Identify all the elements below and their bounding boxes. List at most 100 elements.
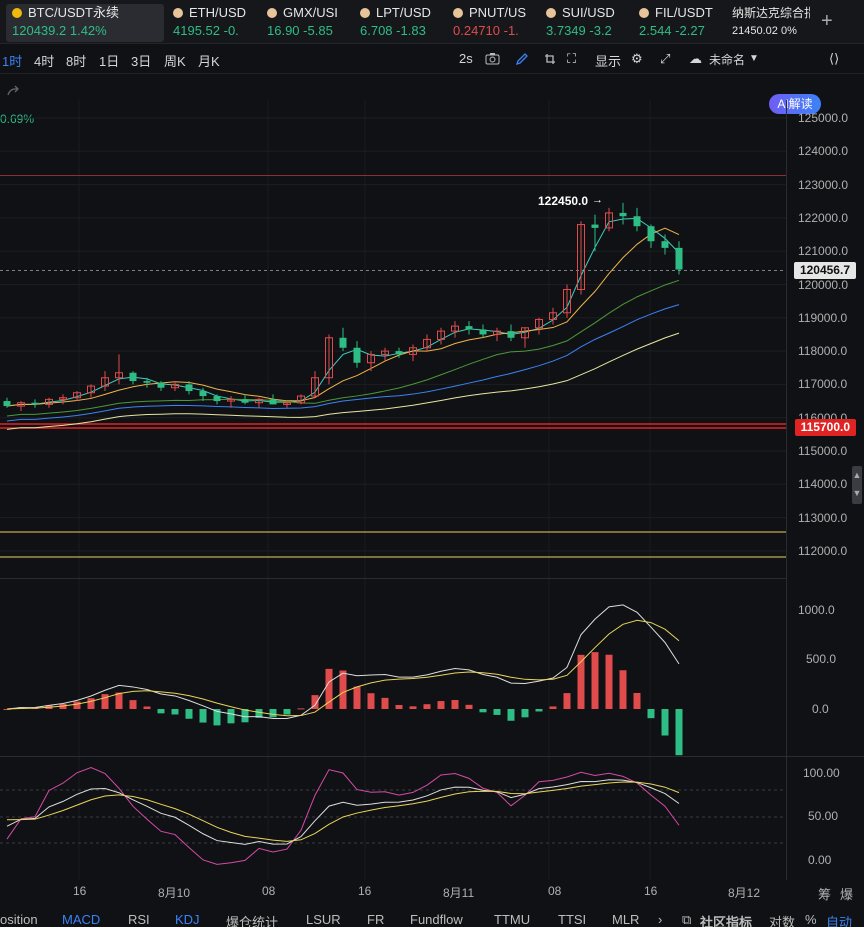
candle-body [535, 318, 543, 329]
tab-btc-usdt[interactable]: BTC/USDT永续 120439.2 1.42% [6, 4, 164, 42]
high-price-label: 122450.0 [538, 194, 589, 208]
candle-body [633, 216, 641, 227]
refresh-interval[interactable]: 2s [459, 51, 473, 66]
crop-icon[interactable] [543, 52, 557, 66]
timeframe-month[interactable]: 月K [198, 51, 220, 70]
cloud-icon[interactable]: ☁ [689, 51, 702, 67]
macd-bar [507, 709, 515, 721]
candle-body [325, 337, 333, 379]
tab-sui-usd[interactable]: SUI/USD 3.7349 -3.2 [540, 4, 628, 42]
indicator-fr[interactable]: FR [367, 912, 384, 927]
indicator-macd[interactable]: MACD [62, 912, 100, 927]
candle-body [353, 347, 361, 363]
expand-icon[interactable]: ⤢ [660, 51, 670, 67]
kdj-j-line [6, 767, 680, 865]
macd-bar [493, 709, 501, 715]
add-tab-icon[interactable]: + [821, 10, 833, 33]
collapse-toggle[interactable]: 筹 [818, 884, 831, 903]
display-button[interactable]: 显示 [595, 51, 621, 70]
tab-price: 120439.2 [12, 23, 67, 38]
candle-body [549, 312, 557, 320]
tab-price: 6.708 [360, 23, 393, 38]
timeframe-4h[interactable]: 4时 [34, 51, 54, 70]
macd-bar [675, 709, 683, 756]
candle-body [129, 372, 137, 382]
candle-body [3, 401, 11, 407]
percent-scale-toggle[interactable]: % [805, 912, 817, 927]
indicator-liquidation[interactable]: 爆仓统计 [226, 912, 278, 927]
macd-dea-line [6, 619, 680, 717]
community-icon[interactable]: ⧉ [682, 912, 691, 927]
scroll-handle[interactable]: ▲ ▼ [852, 466, 862, 504]
tab-fil-usdt[interactable]: FIL/USDT 2.544 -2.27 [633, 4, 721, 42]
macd-bar [465, 704, 473, 709]
burst-toggle[interactable]: 爆 [840, 884, 853, 903]
price-axis-label: 112000.0 [798, 543, 848, 558]
kdj-d-line [6, 781, 680, 842]
candle-body [241, 399, 249, 403]
candle-body [115, 372, 123, 379]
indicator-fundflow[interactable]: Fundflow [410, 912, 463, 927]
chevron-down-icon[interactable]: ▼ [749, 53, 759, 64]
macd-bar [535, 709, 543, 712]
indicator-kdj[interactable]: KDJ [175, 912, 200, 927]
timeframe-3d[interactable]: 3日 [131, 51, 151, 70]
tab-price: 2.544 [639, 23, 672, 38]
price-axis-label: 117000.0 [798, 377, 848, 392]
tab-symbol: GMX/USI [283, 5, 338, 20]
tab-pnut-usd[interactable]: PNUT/US 0.24710 -1. [447, 4, 535, 42]
macd-bar [31, 707, 39, 709]
pencil-icon[interactable] [515, 52, 529, 66]
macd-bar [633, 692, 641, 709]
timeframe-1h[interactable]: 1时 [2, 51, 22, 70]
ma-slow [6, 279, 680, 417]
settings-icon[interactable]: ⚙ [631, 51, 643, 67]
indicator-lsur[interactable]: LSUR [306, 912, 341, 927]
community-indicators[interactable]: 社区指标 [700, 912, 752, 927]
candle-body [591, 224, 599, 228]
indicator-ttsi[interactable]: TTSI [558, 912, 586, 927]
fullscreen-icon[interactable]: ⛶ [567, 51, 576, 67]
timeframe-week[interactable]: 周K [164, 51, 186, 70]
candle-body [675, 247, 683, 270]
tab-nasdaq[interactable]: 纳斯达克综合指 21450.02 0% [726, 4, 810, 42]
tab-lpt-usd[interactable]: LPT/USD 6.708 -1.83 [354, 4, 442, 42]
ma-slower [6, 304, 680, 422]
kdj-axis-label: 0.00 [808, 853, 832, 867]
macd-axis-label: 500.0 [806, 652, 837, 666]
x-axis-label: 16 [73, 884, 87, 898]
indicator-ttmu[interactable]: TTMU [494, 912, 530, 927]
indicator-bar: osition MACD RSI KDJ 爆仓统计 LSUR FR Fundfl… [0, 910, 864, 927]
indicator-rsi[interactable]: RSI [128, 912, 150, 927]
tab-price: 21450.02 [732, 25, 778, 37]
share-icon[interactable]: ⟨⟩ [829, 51, 839, 67]
candles-group [3, 202, 683, 412]
tab-change: -1.83 [396, 23, 426, 38]
timeframe-1d[interactable]: 1日 [99, 51, 119, 70]
price-axis-label: 113000.0 [798, 510, 848, 525]
candle-body [507, 331, 515, 338]
camera-icon[interactable] [485, 52, 500, 65]
tab-gmx-usd[interactable]: GMX/USI 16.90 -5.85 [261, 4, 349, 42]
indicator-mlr[interactable]: MLR [612, 912, 639, 927]
tab-price: 0.24710 [453, 23, 500, 38]
candle-body [423, 338, 431, 349]
tab-eth-usd[interactable]: ETH/USD 4195.52 -0. [167, 4, 255, 42]
indicator-position[interactable]: osition [0, 912, 38, 927]
tab-symbol: ETH/USD [189, 5, 247, 20]
undo-arrow-icon[interactable] [6, 84, 22, 98]
price-axis-label: 125000.0 [798, 111, 849, 125]
tab-symbol: SUI/USD [562, 5, 615, 20]
timeframe-8h[interactable]: 8时 [66, 51, 86, 70]
chevron-right-icon[interactable]: › [658, 912, 662, 927]
template-select[interactable]: 未命名 [709, 51, 745, 68]
macd-bar [479, 709, 487, 713]
auto-scale-toggle[interactable]: 自动 [826, 912, 852, 927]
macd-axis-label: 0.0 [812, 702, 829, 716]
tab-symbol: FIL/USDT [655, 5, 713, 20]
log-scale-toggle[interactable]: 对数 [769, 912, 795, 927]
tab-change: 1.42% [69, 23, 107, 38]
kdj-axis-label: 100.00 [803, 766, 840, 780]
macd-bar [549, 706, 557, 709]
candle-body [521, 327, 529, 339]
